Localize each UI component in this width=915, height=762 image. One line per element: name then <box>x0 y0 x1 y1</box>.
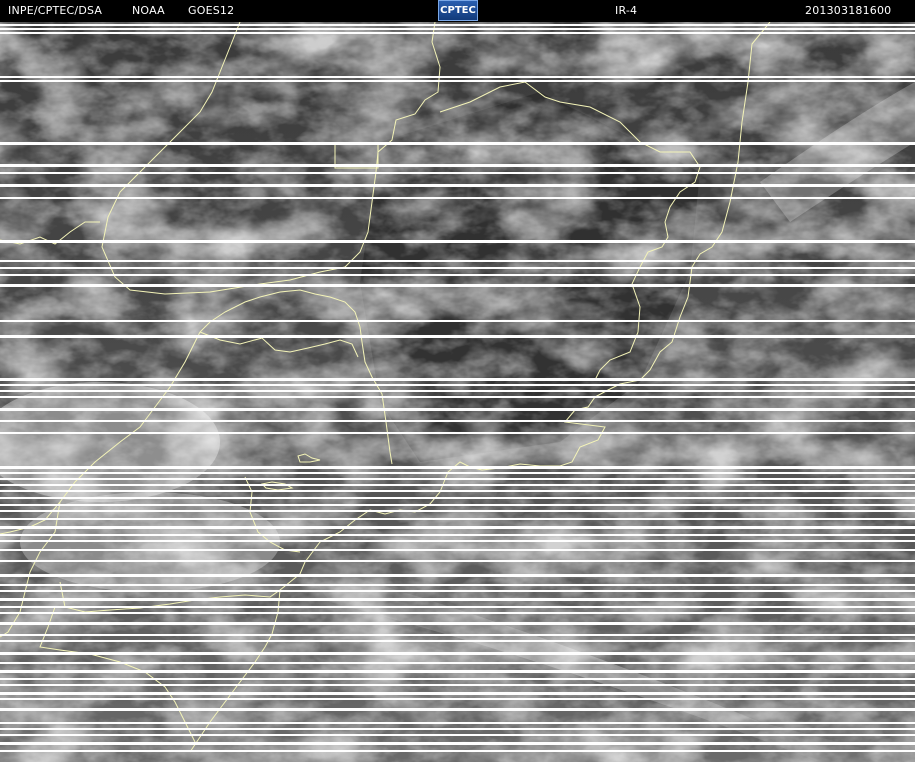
missing-scanline <box>0 80 915 82</box>
missing-scanline <box>0 284 915 287</box>
missing-scanline <box>0 378 915 381</box>
missing-scanline <box>0 722 915 724</box>
missing-scanline <box>0 510 915 512</box>
missing-scanline <box>0 32 915 34</box>
missing-scanline <box>0 484 915 486</box>
missing-scanline <box>0 432 915 434</box>
missing-scanline <box>0 549 915 551</box>
missing-scanline <box>0 534 915 536</box>
missing-scanline <box>0 742 915 745</box>
source-label: NOAA <box>132 4 165 17</box>
missing-scanline <box>0 574 915 577</box>
missing-scanline <box>0 518 915 520</box>
missing-scanline <box>0 640 915 642</box>
missing-scanline <box>0 260 915 262</box>
missing-scanline <box>0 478 915 480</box>
channel-label: IR-4 <box>615 4 638 17</box>
missing-scanline <box>0 622 915 625</box>
missing-scanline <box>0 24 915 26</box>
satellite-imagery <box>0 22 915 762</box>
missing-scanline <box>0 734 915 736</box>
missing-scanline <box>0 408 915 411</box>
missing-scanline <box>0 634 915 636</box>
missing-scanline <box>0 142 915 145</box>
missing-scanline <box>0 320 915 322</box>
missing-scanline <box>0 698 915 700</box>
missing-scanline <box>0 466 915 469</box>
missing-scanline <box>0 164 915 167</box>
missing-scanline <box>0 652 915 655</box>
missing-scanline <box>0 490 915 492</box>
missing-scanline <box>0 584 915 586</box>
cptec-logo: CPTEC <box>438 0 478 21</box>
missing-scanline <box>0 172 915 174</box>
satellite-label: GOES12 <box>188 4 235 17</box>
missing-scanline <box>0 274 915 276</box>
missing-scanline <box>0 750 915 752</box>
missing-scanline <box>0 590 915 592</box>
missing-scanline <box>0 28 915 30</box>
missing-scanline <box>0 684 915 686</box>
missing-scanline <box>0 267 915 269</box>
satellite-image-viewer: INPE/CPTEC/DSA NOAA GOES12 CPTEC IR-4 20… <box>0 0 915 762</box>
missing-scanline <box>0 670 915 673</box>
missing-scanline <box>0 504 915 506</box>
missing-scanline <box>0 540 915 542</box>
missing-scanline <box>0 197 915 199</box>
missing-scanline <box>0 184 915 187</box>
missing-scanline <box>0 662 915 664</box>
missing-scanline <box>0 612 915 614</box>
missing-scanline <box>0 497 915 499</box>
missing-scanline <box>0 560 915 562</box>
missing-scanline <box>0 598 915 601</box>
scanline-overlay <box>0 24 915 752</box>
missing-scanline <box>0 384 915 386</box>
missing-scanline <box>0 240 915 243</box>
missing-scanline <box>0 472 915 474</box>
missing-scanline <box>0 678 915 680</box>
datetime-label: 201303181600 <box>805 4 892 17</box>
header-bar: INPE/CPTEC/DSA NOAA GOES12 CPTEC IR-4 20… <box>0 0 915 22</box>
missing-scanline <box>0 708 915 711</box>
missing-scanline <box>0 692 915 695</box>
missing-scanline <box>0 420 915 422</box>
agency-label: INPE/CPTEC/DSA <box>8 4 103 17</box>
missing-scanline <box>0 335 915 338</box>
missing-scanline <box>0 728 915 730</box>
missing-scanline <box>0 606 915 608</box>
missing-scanline <box>0 390 915 392</box>
missing-scanline <box>0 76 915 78</box>
missing-scanline <box>0 396 915 398</box>
missing-scanline <box>0 526 915 529</box>
